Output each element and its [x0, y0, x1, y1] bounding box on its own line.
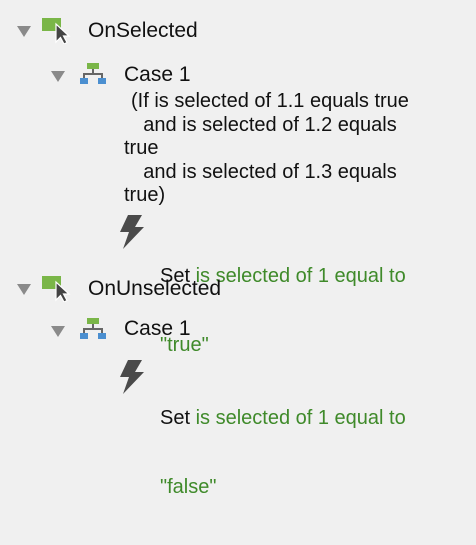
condition-line: and is selected of 1.3 equals [121, 160, 397, 183]
event-cursor-icon [42, 276, 74, 303]
lightning-icon [119, 360, 145, 394]
interactions-panel: OnSelected Case 1 (If is selected of 1.1… [0, 0, 476, 498]
expand-triangle-icon[interactable] [17, 26, 31, 37]
expand-triangle-icon[interactable] [51, 326, 65, 337]
action-detail: is selected of 1 equal to [195, 265, 406, 287]
event-label-onunselected[interactable]: OnUnselected [88, 277, 221, 301]
action-value: "false" [160, 476, 217, 498]
expand-triangle-icon[interactable] [51, 71, 65, 82]
action-verb: Set [160, 407, 191, 429]
lightning-icon [119, 215, 145, 249]
expand-triangle-icon[interactable] [17, 284, 31, 295]
case-label[interactable]: Case 1 [124, 63, 191, 87]
condition-line: (If is selected of 1.1 equals true [131, 90, 409, 112]
case-tree-icon [80, 63, 106, 85]
case-tree-icon [80, 318, 106, 340]
condition-line: true) [124, 184, 166, 206]
event-cursor-icon [42, 18, 74, 45]
condition-line: and is selected of 1.2 equals [121, 113, 397, 136]
event-label-onselected[interactable]: OnSelected [88, 19, 198, 43]
case-condition: (If is selected of 1.1 equals true and i… [124, 90, 409, 208]
action-text[interactable]: Set is selected of 1 equal to "false" [160, 361, 406, 545]
case-label[interactable]: Case 1 [124, 317, 191, 341]
action-detail: is selected of 1 equal to [195, 407, 406, 429]
action-value: "true" [160, 334, 209, 356]
condition-line: true [124, 137, 159, 159]
